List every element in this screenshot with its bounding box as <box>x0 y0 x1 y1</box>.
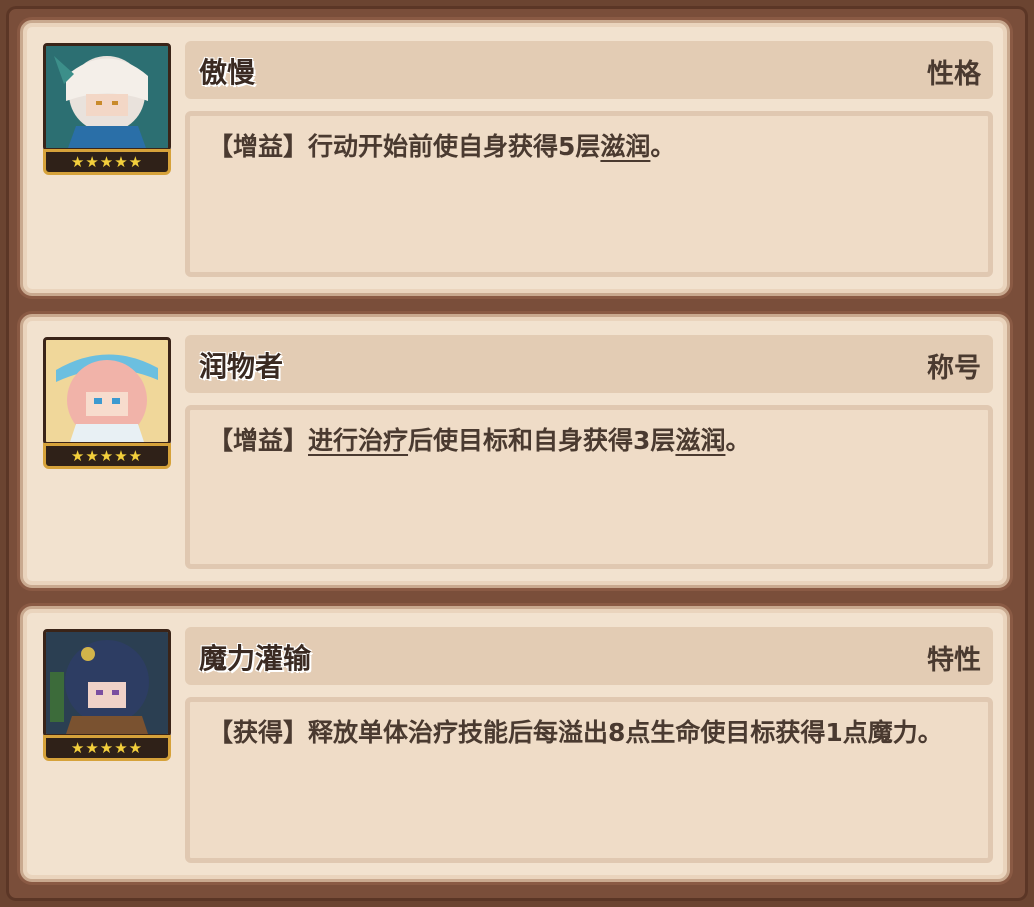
character-avatar-image <box>43 337 171 445</box>
desc-text: 【增益】 <box>208 426 309 455</box>
trait-type: 特性 <box>927 645 981 676</box>
trait-title-bar: 润物者 称号 <box>185 335 993 393</box>
star-rating: ★★★★★ <box>43 149 171 175</box>
trait-name: 傲慢 <box>199 56 256 89</box>
character-avatar-image <box>43 43 171 151</box>
trait-card-arrogance[interactable]: ★★★★★ 傲慢 性格 【增益】行动开始前使自身获得5层滋润。 <box>20 20 1010 296</box>
desc-text: 。 <box>725 426 751 455</box>
trait-name: 润物者 <box>199 350 284 383</box>
trait-card-moistener[interactable]: ★★★★★ 润物者 称号 【增益】进行治疗后使目标和自身获得3层滋润。 <box>20 314 1010 588</box>
trait-description: 【增益】行动开始前使自身获得5层滋润。 <box>185 111 993 277</box>
trait-title-bar: 傲慢 性格 <box>185 41 993 99</box>
trait-title-bar: 魔力灌输 特性 <box>185 627 993 685</box>
star-rating: ★★★★★ <box>43 735 171 761</box>
character-portrait: ★★★★★ <box>43 43 171 175</box>
trait-type: 性格 <box>927 59 981 90</box>
desc-text: 【获得】释放单体治疗技能后每溢出8点生命使目标获得1点魔力。 <box>208 718 943 747</box>
trait-card-mana-infusion[interactable]: ★★★★★ 魔力灌输 特性 【获得】释放单体治疗技能后每溢出8点生命使目标获得1… <box>20 606 1010 882</box>
keyword-link-nourish[interactable]: 滋润 <box>675 426 725 455</box>
trait-description: 【获得】释放单体治疗技能后每溢出8点生命使目标获得1点魔力。 <box>185 697 993 863</box>
trait-type: 称号 <box>927 353 981 384</box>
character-portrait: ★★★★★ <box>43 629 171 761</box>
trait-description: 【增益】进行治疗后使目标和自身获得3层滋润。 <box>185 405 993 569</box>
desc-text: 。 <box>650 132 676 161</box>
keyword-link-healing[interactable]: 进行治疗 <box>308 426 408 455</box>
keyword-link-nourish[interactable]: 滋润 <box>600 132 650 161</box>
character-avatar-image <box>43 629 171 737</box>
star-rating: ★★★★★ <box>43 443 171 469</box>
desc-text: 后使目标和自身获得3层 <box>408 426 676 455</box>
trait-name: 魔力灌输 <box>199 642 312 675</box>
character-portrait: ★★★★★ <box>43 337 171 469</box>
desc-text: 【增益】行动开始前使自身获得5层 <box>208 132 601 161</box>
